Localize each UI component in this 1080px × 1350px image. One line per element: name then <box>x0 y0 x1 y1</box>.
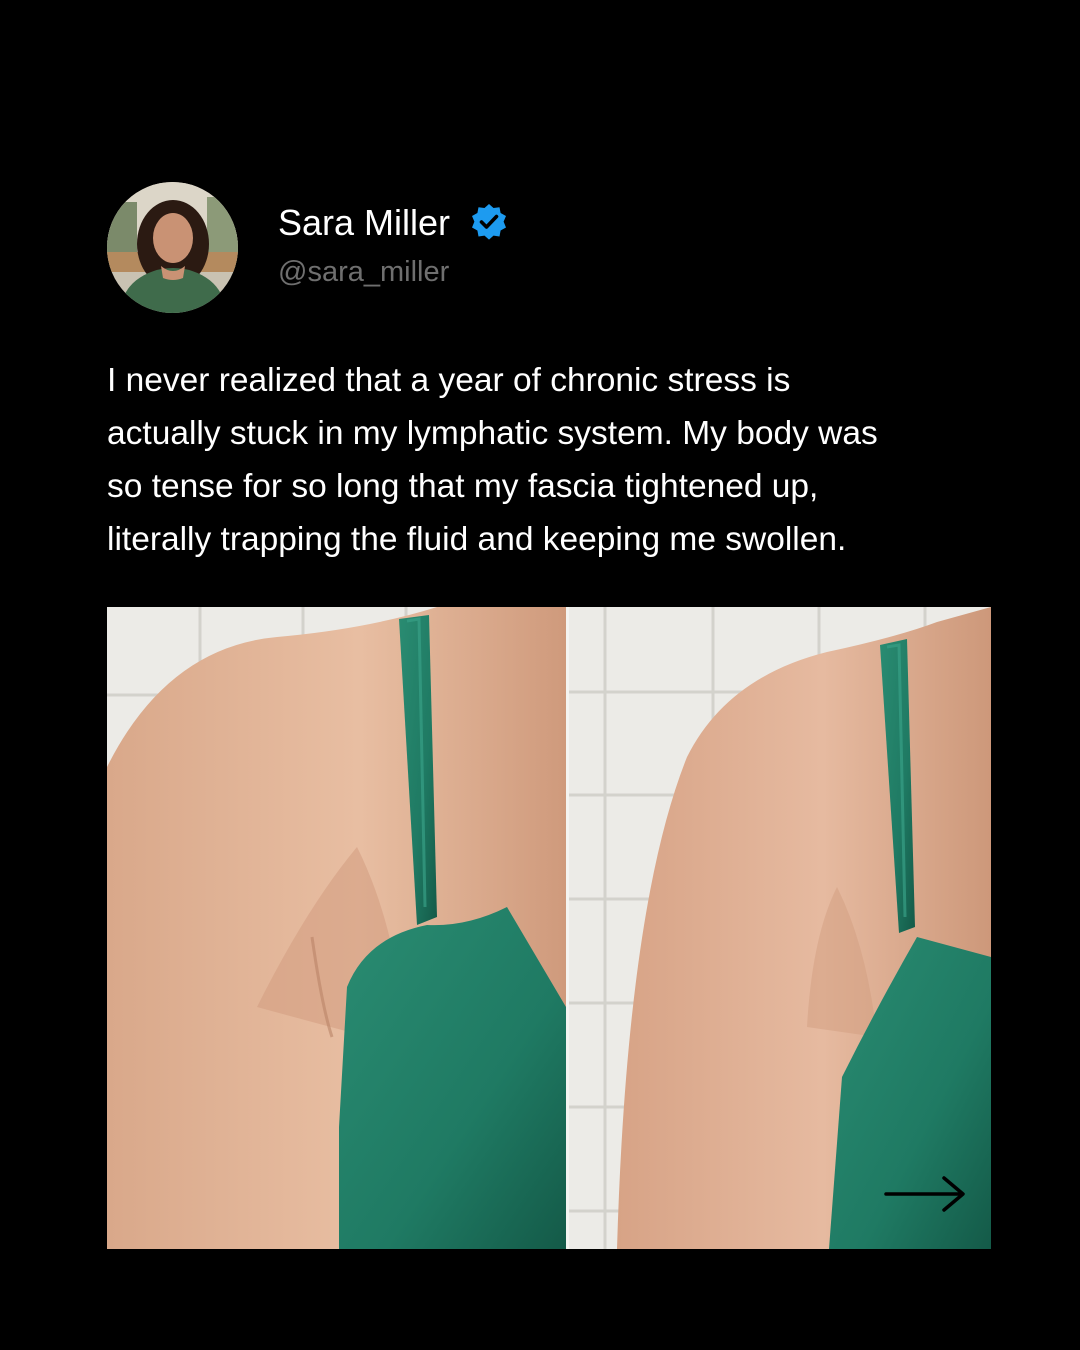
before-after-photo <box>107 607 991 1249</box>
post-text-line: actually stuck in my lymphatic system. M… <box>107 415 878 452</box>
after-panel <box>569 607 991 1249</box>
verified-badge-icon <box>469 202 509 242</box>
post-image[interactable] <box>107 607 991 1249</box>
before-panel <box>107 607 566 1249</box>
post-text-line: literally trapping the fluid and keeping… <box>107 521 847 558</box>
social-post-card: Sara Miller @sara_miller I never realize… <box>0 0 1080 1350</box>
display-name[interactable]: Sara Miller <box>278 202 450 244</box>
avatar[interactable] <box>107 182 238 313</box>
username-handle[interactable]: @sara_miller <box>278 255 449 289</box>
post-text-line: so tense for so long that my fascia tigh… <box>107 468 819 505</box>
post-text: I never realized that a year of chronic … <box>107 354 997 566</box>
post-text-line: I never realized that a year of chronic … <box>107 362 791 399</box>
arrow-right-icon[interactable] <box>884 1172 968 1216</box>
avatar-photo <box>107 182 238 313</box>
